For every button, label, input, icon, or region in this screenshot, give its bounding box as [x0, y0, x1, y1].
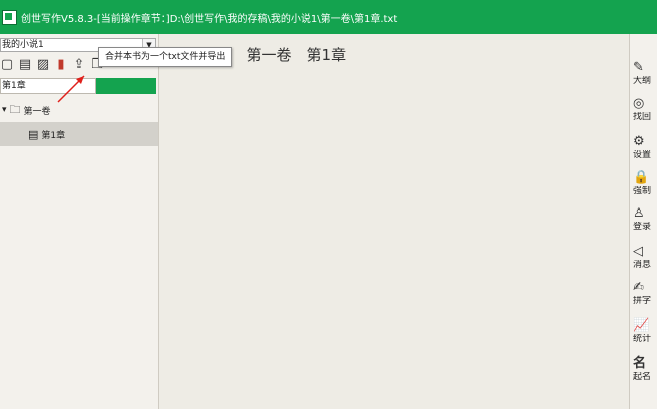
chevron-down-icon[interactable]: ▾	[2, 105, 7, 115]
settings-button[interactable]: ⚙ 设置	[633, 134, 657, 168]
new-chapter-icon[interactable]: ▢	[0, 58, 14, 72]
outline-label: 大纲	[633, 76, 652, 86]
delete-icon[interactable]: ▮	[54, 58, 68, 72]
editor-area[interactable]: 我的小说1 第一卷 第1章	[159, 34, 629, 409]
recover-label: 找回	[633, 112, 652, 122]
force-button[interactable]: 🔒 强制	[633, 170, 657, 204]
spelling-icon: ✍	[633, 280, 644, 295]
gear-icon: ⚙	[633, 134, 645, 149]
recover-icon: ◎	[633, 96, 645, 111]
chapter-name-value: 第1章	[2, 81, 26, 91]
login-label: 登录	[633, 222, 652, 232]
chart-icon: 📈	[633, 318, 650, 333]
naming-label: 起名	[633, 372, 652, 382]
edit-icon[interactable]: ▨	[36, 58, 50, 72]
folder-icon: 🗀	[9, 102, 21, 116]
new-file-icon[interactable]: ▤	[18, 58, 32, 72]
tree-chapter-item[interactable]: ▤ 第1章	[0, 122, 158, 146]
naming-button[interactable]: 名 起名	[633, 356, 657, 390]
book-select-value: 我的小说1	[2, 40, 44, 50]
chapter-label: 第1章	[41, 130, 66, 141]
message-label: 消息	[633, 260, 652, 270]
window-title: 创世写作V5.8.3-[当前操作章节：]D:\创世写作\我的存稿\我的小说1\第…	[21, 13, 398, 25]
spelling-label: 拼字	[633, 296, 652, 306]
volume-label: 第一卷	[23, 106, 51, 117]
tooltip: 合并本书为一个txt文件并导出	[98, 47, 233, 67]
outline-button[interactable]: ✎ 大纲	[633, 60, 657, 94]
recover-button[interactable]: ◎ 找回	[633, 96, 657, 130]
chapter-name-field[interactable]: 第1章	[0, 78, 96, 94]
user-icon: ♙	[633, 206, 645, 221]
app-logo-icon	[2, 9, 17, 25]
lock-icon: 🔒	[633, 170, 650, 185]
chapter-tree: ▾ 🗀 第一卷 ▤ 第1章	[0, 98, 158, 146]
login-button[interactable]: ♙ 登录	[633, 206, 657, 240]
settings-label: 设置	[633, 150, 652, 160]
export-icon[interactable]: ⇪	[72, 58, 86, 72]
left-panel: 我的小说1 ▼ ▢ ▤ ▨ ▮ ⇪ ❐ ↶ 第1章 ▾ 🗀 第一卷 ▤ 第1章	[0, 34, 159, 409]
stats-button[interactable]: 📈 统计	[633, 318, 657, 352]
stats-label: 统计	[633, 334, 652, 344]
speaker-icon: ◁	[633, 244, 643, 259]
naming-icon: 名	[633, 356, 647, 371]
spelling-button[interactable]: ✍ 拼字	[633, 280, 657, 314]
message-button[interactable]: ◁ 消息	[633, 244, 657, 278]
document-icon: ▤	[28, 127, 39, 141]
force-label: 强制	[633, 186, 652, 196]
tree-volume-item[interactable]: ▾ 🗀 第一卷	[0, 98, 158, 122]
right-sidebar: ✎ 大纲 ◎ 找回 ⚙ 设置 🔒 强制 ♙ 登录 ◁ 消息 ✍ 拼字 📈 统计 …	[629, 34, 657, 409]
confirm-button[interactable]	[96, 78, 156, 94]
title-bar: 创世写作V5.8.3-[当前操作章节：]D:\创世写作\我的存稿\我的小说1\第…	[0, 0, 657, 34]
pencil-icon: ✎	[633, 60, 644, 75]
